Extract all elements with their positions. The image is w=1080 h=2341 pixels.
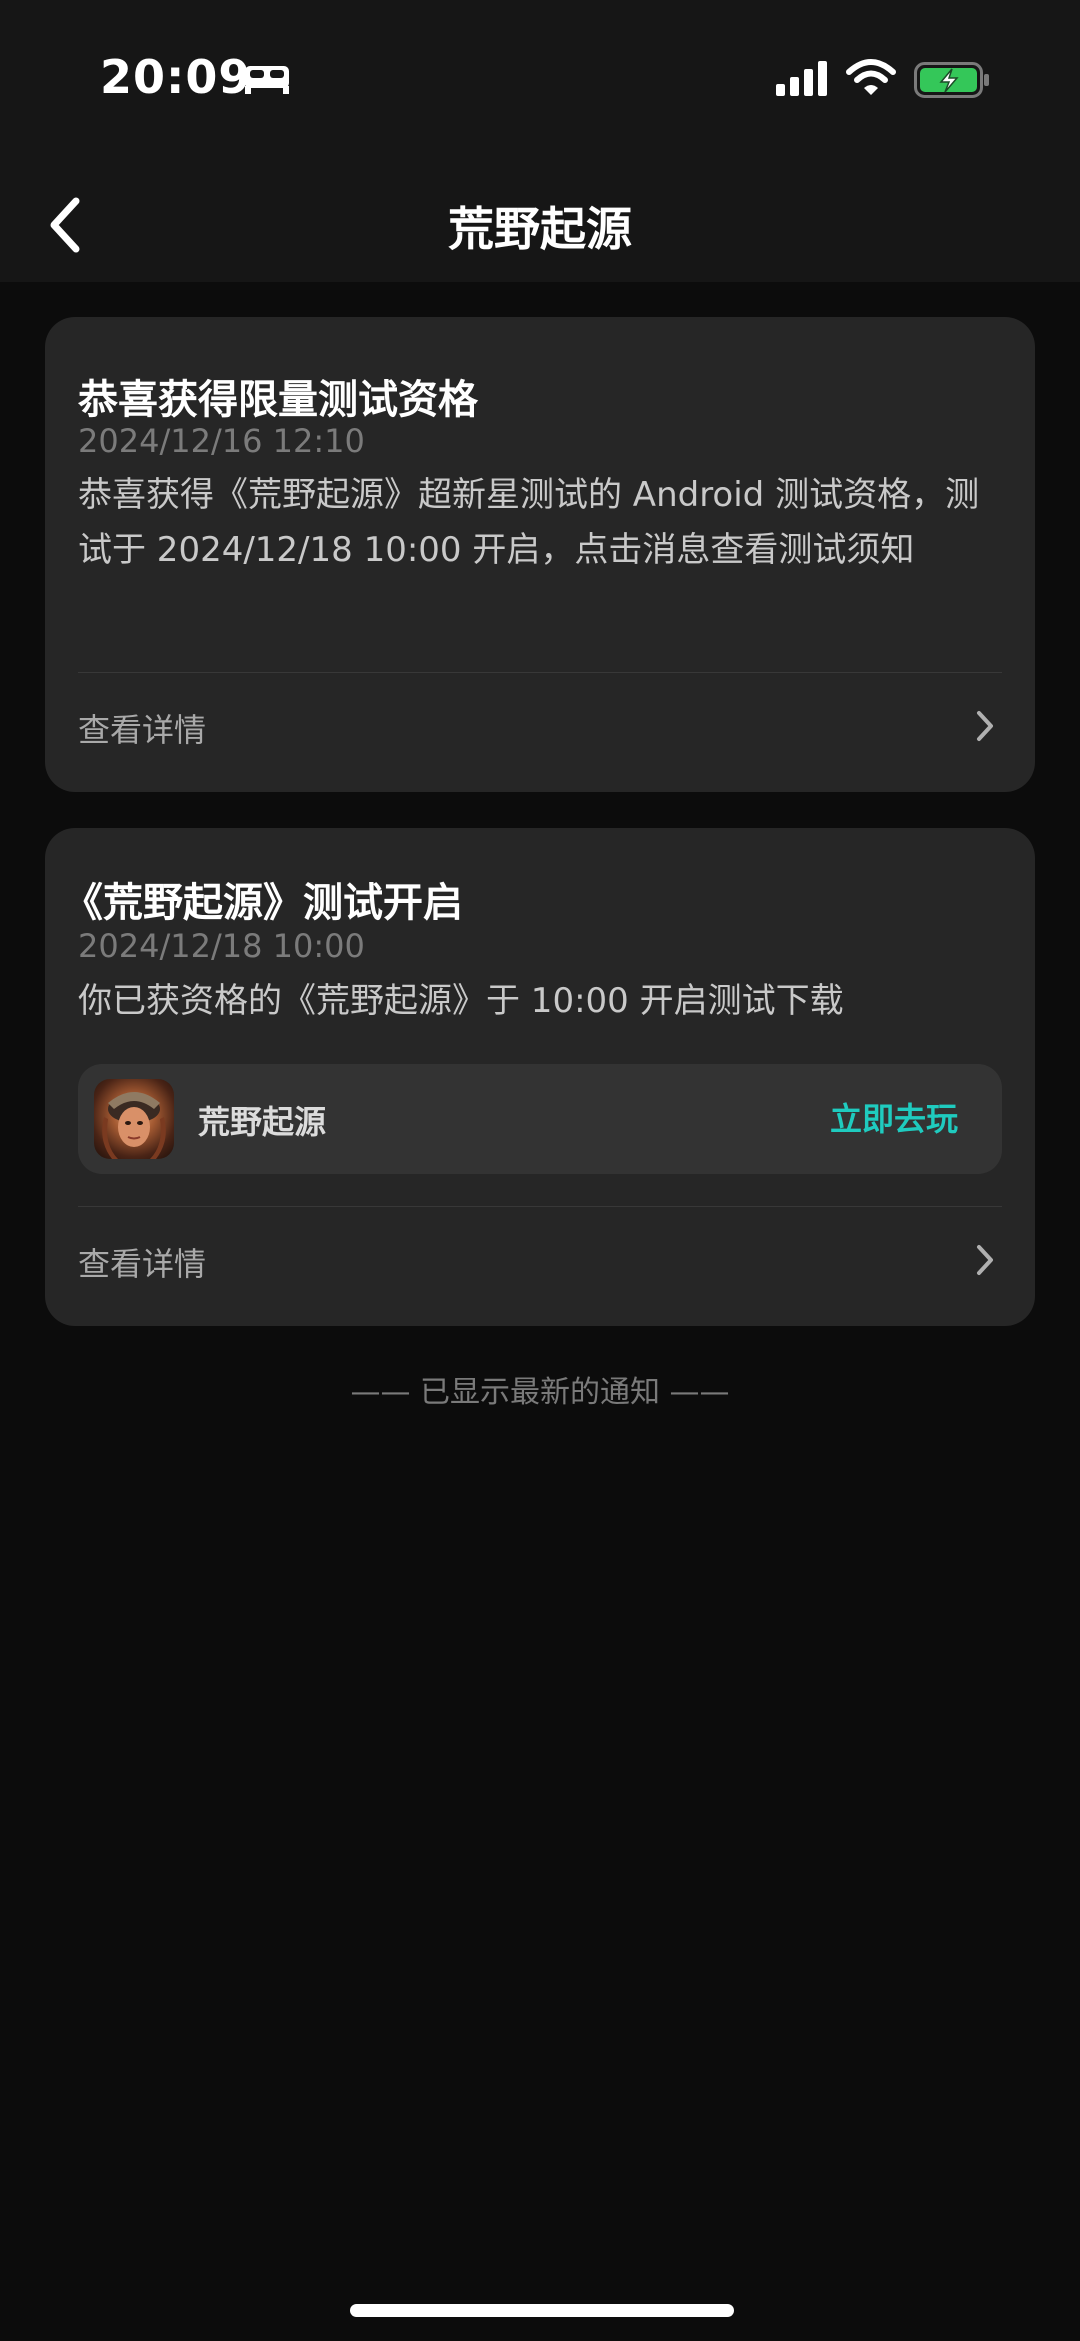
divider: [78, 1206, 1002, 1207]
view-details-button[interactable]: 查看详情: [45, 1219, 1035, 1299]
notification-card[interactable]: 《荒野起源》测试开启 2024/12/18 10:00 你已获资格的《荒野起源》…: [45, 828, 1035, 1326]
notification-body: 恭喜获得《荒野起源》超新星测试的 Android 测试资格，测试于 2024/1…: [78, 475, 980, 570]
view-details-label: 查看详情: [78, 1245, 207, 1283]
page-title: 荒野起源: [448, 202, 632, 256]
game-app-icon: [94, 1079, 174, 1159]
end-of-list-note: —— 已显示最新的通知 ——: [350, 1375, 730, 1410]
notification-title: 《荒野起源》测试开启: [63, 880, 463, 926]
play-now-button[interactable]: 立即去玩: [830, 1094, 958, 1140]
bed-icon: [245, 66, 289, 94]
view-details-button[interactable]: 查看详情: [45, 685, 1035, 765]
notification-timestamp: 2024/12/18 10:00: [78, 927, 365, 965]
notifications-screen: 20:09 荒野起源 恭喜获得限量测试资格 2024/12/16 12:10 恭…: [0, 0, 1080, 2341]
notification-title: 恭喜获得限量测试资格: [78, 377, 478, 423]
chevron-right-icon: [977, 711, 993, 741]
signal-icon: [776, 61, 827, 96]
app-entry[interactable]: 荒野起源 立即去玩: [78, 1064, 1002, 1174]
notification-body: 你已获资格的《荒野起源》于 10:00 开启测试下载: [78, 981, 844, 1021]
notification-timestamp: 2024/12/16 12:10: [78, 422, 365, 460]
home-indicator[interactable]: [350, 2304, 734, 2317]
wifi-icon: [846, 59, 896, 95]
notification-card[interactable]: 恭喜获得限量测试资格 2024/12/16 12:10 恭喜获得《荒野起源》超新…: [45, 317, 1035, 792]
divider: [78, 672, 1002, 673]
top-bar: 20:09 荒野起源: [0, 0, 1080, 282]
status-time: 20:09: [100, 50, 252, 104]
battery-charging-icon: [914, 62, 989, 98]
chevron-right-icon: [977, 1245, 993, 1275]
view-details-label: 查看详情: [78, 711, 207, 749]
app-name: 荒野起源: [198, 1103, 327, 1141]
